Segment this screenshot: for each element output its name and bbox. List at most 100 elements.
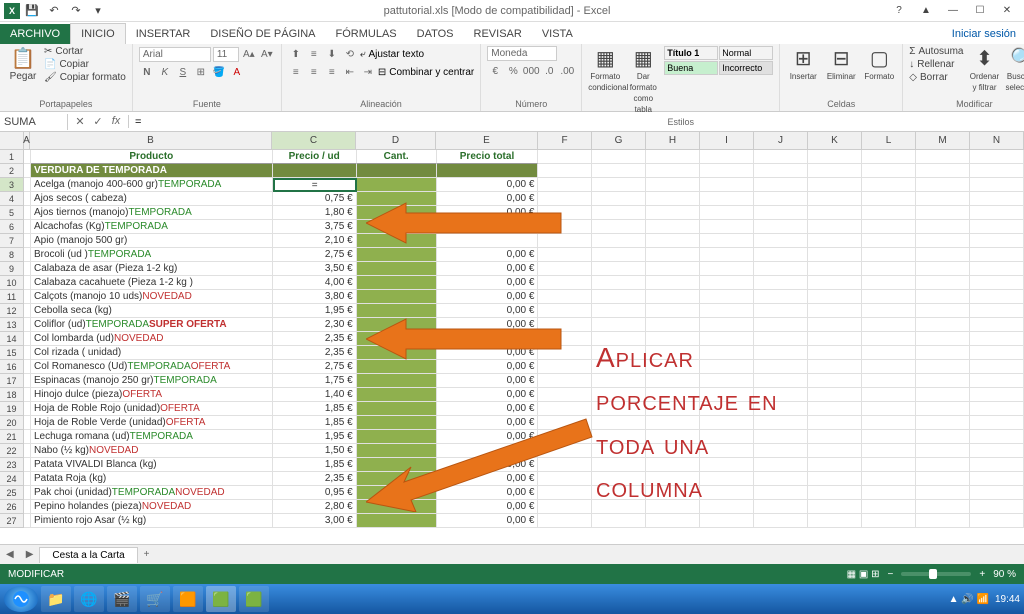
cell[interactable] — [24, 514, 31, 528]
cell[interactable] — [538, 192, 592, 206]
cell[interactable] — [700, 514, 754, 528]
cell[interactable]: 1,95 € — [273, 304, 357, 318]
cell[interactable] — [916, 332, 970, 346]
cell[interactable] — [808, 304, 862, 318]
zoom-level[interactable]: 90 % — [993, 569, 1016, 580]
cell[interactable] — [916, 220, 970, 234]
cell[interactable] — [538, 486, 592, 500]
cell[interactable] — [357, 444, 437, 458]
row-header[interactable]: 21 — [0, 430, 24, 444]
name-box[interactable]: SUMA — [0, 114, 68, 130]
cell[interactable] — [970, 192, 1024, 206]
cell[interactable] — [538, 514, 592, 528]
cell[interactable]: 0,00 € — [437, 318, 539, 332]
cell[interactable] — [357, 178, 437, 192]
minimize-button[interactable]: — — [940, 2, 966, 20]
cell[interactable] — [24, 416, 31, 430]
tab-review[interactable]: REVISAR — [464, 24, 532, 44]
cell[interactable] — [24, 178, 31, 192]
cell[interactable] — [24, 276, 31, 290]
cell[interactable] — [700, 276, 754, 290]
cell[interactable] — [24, 262, 31, 276]
cell[interactable] — [862, 430, 916, 444]
col-header-c[interactable]: C — [272, 132, 356, 149]
cell[interactable] — [24, 500, 31, 514]
cell[interactable] — [970, 304, 1024, 318]
cell[interactable]: 1,80 € — [273, 206, 357, 220]
delete-cells[interactable]: ⊟Eliminar — [824, 46, 858, 82]
cell[interactable]: 2,10 € — [273, 234, 357, 248]
cell[interactable]: 0,95 € — [273, 486, 357, 500]
cell[interactable]: 1,85 € — [273, 416, 357, 430]
sheet-nav-prev[interactable]: ◀ — [0, 549, 20, 560]
row-header[interactable]: 8 — [0, 248, 24, 262]
row-header[interactable]: 9 — [0, 262, 24, 276]
cell[interactable] — [24, 150, 31, 164]
cell[interactable] — [862, 206, 916, 220]
cell[interactable]: Pak choi (unidad) TEMPORADA NOVEDAD — [31, 486, 273, 500]
cell[interactable]: Acelga (manojo 400-600 gr) TEMPORADA — [31, 178, 273, 192]
fill-button[interactable]: ↓ Rellenar — [909, 59, 963, 70]
col-header-d[interactable]: D — [356, 132, 436, 149]
cell[interactable] — [808, 220, 862, 234]
cell[interactable] — [916, 150, 970, 164]
cell[interactable] — [646, 514, 700, 528]
cell[interactable] — [808, 374, 862, 388]
cell[interactable] — [24, 402, 31, 416]
row-header[interactable]: 20 — [0, 416, 24, 430]
cell[interactable] — [24, 444, 31, 458]
cell[interactable]: Cebolla seca (kg) — [31, 304, 273, 318]
row-header[interactable]: 5 — [0, 206, 24, 220]
cell[interactable] — [24, 248, 31, 262]
cell[interactable]: 2,35 € — [273, 332, 357, 346]
taskbar-app2[interactable]: 🟩 — [239, 586, 269, 612]
cell[interactable] — [970, 248, 1024, 262]
cell[interactable]: 3,80 € — [273, 290, 357, 304]
cell[interactable]: 0,00 € — [437, 430, 539, 444]
sheet-add-button[interactable]: + — [138, 549, 156, 560]
cell[interactable] — [970, 234, 1024, 248]
cell[interactable] — [808, 262, 862, 276]
cell[interactable] — [916, 178, 970, 192]
cell[interactable] — [916, 500, 970, 514]
font-shrink[interactable]: A▾ — [259, 46, 275, 62]
tab-insert[interactable]: INSERTAR — [126, 24, 201, 44]
row-header[interactable]: 24 — [0, 472, 24, 486]
cell[interactable] — [970, 150, 1024, 164]
cell[interactable] — [700, 290, 754, 304]
cell[interactable] — [916, 472, 970, 486]
cell[interactable] — [754, 164, 808, 178]
cell[interactable] — [916, 290, 970, 304]
currency-btn[interactable]: € — [487, 63, 503, 79]
cell[interactable] — [916, 164, 970, 178]
cell[interactable]: 0,00 € — [437, 192, 539, 206]
cell[interactable] — [862, 500, 916, 514]
cell[interactable] — [970, 346, 1024, 360]
row-header[interactable]: 10 — [0, 276, 24, 290]
thousands-btn[interactable]: 000 — [523, 63, 539, 79]
row-header[interactable]: 4 — [0, 192, 24, 206]
cell[interactable] — [592, 234, 646, 248]
cell[interactable] — [24, 458, 31, 472]
cell[interactable] — [862, 444, 916, 458]
cell[interactable] — [538, 346, 592, 360]
cell[interactable] — [24, 346, 31, 360]
cell[interactable] — [646, 318, 700, 332]
cell[interactable] — [754, 262, 808, 276]
row-header[interactable]: 22 — [0, 444, 24, 458]
cell[interactable]: 0,00 € — [437, 472, 539, 486]
cell[interactable]: Coliflor (ud) TEMPORADA SUPER OFERTA — [31, 318, 273, 332]
cell[interactable] — [592, 290, 646, 304]
cell[interactable] — [916, 262, 970, 276]
cell[interactable]: Hoja de Roble Rojo (unidad) OFERTA — [31, 402, 273, 416]
cell[interactable]: 0,00 € — [437, 374, 539, 388]
cell[interactable] — [700, 234, 754, 248]
cell[interactable]: 2,30 € — [273, 318, 357, 332]
cell[interactable] — [808, 402, 862, 416]
cell[interactable] — [862, 164, 916, 178]
col-header-g[interactable]: G — [592, 132, 646, 149]
cell[interactable] — [808, 290, 862, 304]
cell[interactable] — [808, 192, 862, 206]
italic-button[interactable]: K — [157, 64, 173, 80]
cell[interactable]: Apio (manojo 500 gr) — [31, 234, 273, 248]
